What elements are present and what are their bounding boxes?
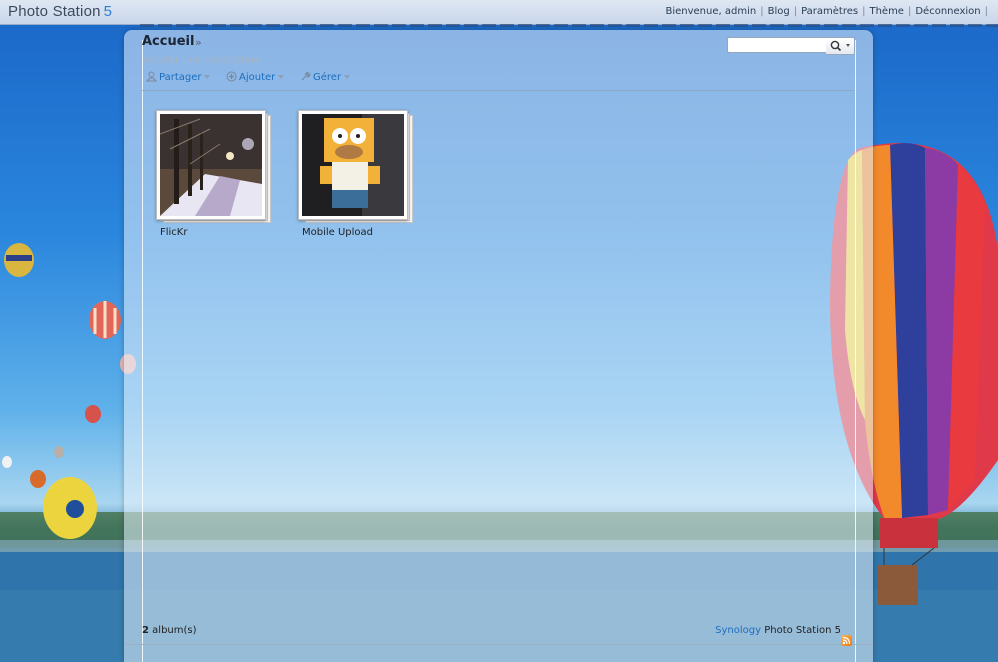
manage-menu-button[interactable]: Gérer <box>300 71 351 83</box>
link-separator: | <box>907 6 912 17</box>
app-version: 5 <box>103 3 113 20</box>
synology-link[interactable]: Synology <box>715 625 761 636</box>
add-icon <box>226 71 237 82</box>
user-links: Bienvenue, admin | Blog | Paramètres | Thème | D… <box>665 6 992 17</box>
rss-glyph <box>842 636 851 645</box>
breadcrumb-chevron: » <box>195 36 202 49</box>
album-item-flickr[interactable]: FlicKr <box>155 109 275 239</box>
footer-product-name: Photo Station 5 <box>764 625 841 636</box>
logout-link[interactable]: Déconnexion <box>915 6 980 17</box>
balloon-decoration <box>2 243 136 539</box>
album-item-mobile-upload[interactable]: Mobile Upload <box>297 109 417 239</box>
search-icon <box>830 40 850 52</box>
album-thumbnail <box>302 114 404 216</box>
chevron-down-icon <box>344 75 351 79</box>
manage-label: Gérer <box>313 72 342 83</box>
chevron-down-icon <box>204 75 211 79</box>
add-menu-button[interactable]: Ajouter <box>226 71 285 83</box>
footer-divider <box>124 644 873 645</box>
user-icon <box>146 71 157 82</box>
share-label: Partager <box>159 72 202 83</box>
add-description-field[interactable]: Ajouter une description <box>143 55 260 66</box>
top-navigation-bar: Photo Station 5 Bienvenue, admin | Blog | Par… <box>0 0 998 25</box>
search-input[interactable] <box>727 37 832 53</box>
chevron-down-icon <box>278 75 285 79</box>
rss-icon[interactable] <box>841 635 852 646</box>
welcome-user-link[interactable]: Bienvenue, admin <box>665 6 756 17</box>
album-count: 2 album(s) <box>142 625 197 636</box>
settings-link[interactable]: Paramètres <box>801 6 858 17</box>
app-logo[interactable]: Photo Station 5 <box>8 3 112 20</box>
add-label: Ajouter <box>239 72 276 83</box>
album-label: Mobile Upload <box>302 227 374 238</box>
footer-brand: Synology Photo Station 5 <box>715 625 841 636</box>
album-count-label: album(s) <box>152 625 197 636</box>
share-menu-button[interactable]: Partager <box>146 71 211 83</box>
toolbar-divider <box>142 90 854 91</box>
album-label: FlicKr <box>160 227 188 238</box>
chevron-down-icon <box>846 44 850 47</box>
album-thumbnail-frame <box>298 110 408 220</box>
album-thumbnail-frame <box>156 110 266 220</box>
topbar-stripe-decoration <box>140 24 998 27</box>
link-separator: | <box>984 6 988 17</box>
album-thumbnail <box>160 114 262 216</box>
search-button[interactable] <box>826 37 855 55</box>
link-separator: | <box>862 6 866 17</box>
blog-link[interactable]: Blog <box>768 6 790 17</box>
link-separator: | <box>760 6 764 17</box>
album-count-number: 2 <box>142 625 149 636</box>
wrench-icon <box>301 71 311 81</box>
theme-link[interactable]: Thème <box>869 6 904 17</box>
app-name: Photo Station <box>8 3 101 20</box>
page-title: Accueil <box>142 34 195 49</box>
link-separator: | <box>793 6 798 17</box>
